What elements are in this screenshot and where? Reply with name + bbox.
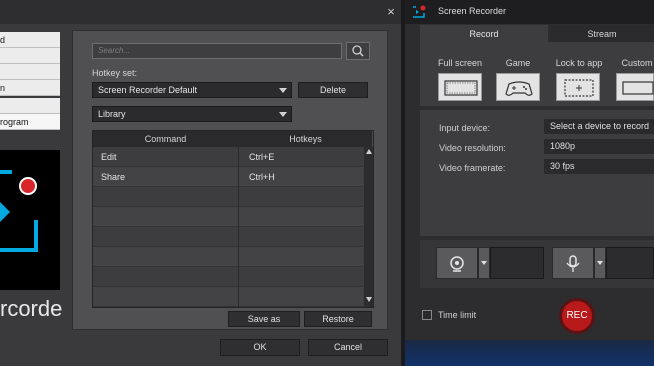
hotkey-cell: Ctrl+E: [249, 152, 275, 162]
microphone-toggle-button[interactable]: [552, 247, 594, 279]
gamepad-icon: [505, 81, 533, 96]
mode-label-lock-to-app: Lock to app: [555, 58, 603, 68]
time-limit-checkbox[interactable]: [422, 310, 432, 320]
app-logo: [0, 150, 60, 290]
game-mode-button[interactable]: [496, 73, 540, 101]
tab-record[interactable]: Record: [420, 25, 548, 43]
table-row-empty: [93, 267, 363, 287]
video-resolution-label: Video resolution:: [439, 143, 506, 153]
scroll-up-arrow-icon[interactable]: [366, 149, 372, 154]
sidebar-item-2[interactable]: [0, 48, 60, 64]
chevron-down-icon: [279, 88, 287, 93]
video-framerate-label: Video framerate:: [439, 163, 506, 173]
tab-stream[interactable]: Stream: [550, 25, 654, 43]
column-divider: [238, 131, 239, 307]
restore-button[interactable]: Restore: [304, 311, 372, 327]
chevron-down-icon: [597, 261, 603, 265]
microphone-options-dropdown[interactable]: [594, 247, 606, 279]
webcam-options-dropdown[interactable]: [478, 247, 490, 279]
time-limit-label: Time limit: [438, 310, 477, 320]
logo-text: rcorder: [0, 296, 62, 321]
app-logo-icon: [412, 4, 428, 20]
chevron-down-icon: [279, 112, 287, 117]
video-resolution-select[interactable]: 1080p: [544, 139, 654, 154]
table-row-empty: [93, 187, 363, 207]
microphone-icon: [566, 255, 580, 272]
input-device-select[interactable]: Select a device to record: [544, 119, 654, 134]
video-framerate-select[interactable]: 30 fps: [544, 159, 654, 174]
delete-button[interactable]: Delete: [298, 82, 368, 98]
sidebar-item-1[interactable]: d: [0, 32, 60, 48]
webcam-icon: [450, 256, 464, 272]
table-row-empty: [93, 227, 363, 247]
table-row[interactable]: Share Ctrl+H: [93, 167, 363, 187]
webcam-preview: [490, 247, 544, 279]
mode-label-custom: Custom: [621, 58, 653, 68]
category-value: Library: [98, 109, 126, 119]
lock-to-app-icon: [564, 79, 594, 97]
mode-label-full-screen: Full screen: [437, 58, 482, 68]
microphone-level: [606, 247, 654, 279]
scroll-down-arrow-icon[interactable]: [366, 297, 372, 302]
save-as-button[interactable]: Save as: [228, 311, 300, 327]
search-button[interactable]: [346, 42, 370, 60]
sidebar-item-6[interactable]: rogram: [0, 114, 60, 130]
lock-to-app-mode-button[interactable]: [556, 73, 600, 101]
command-cell: Edit: [101, 152, 117, 162]
hotkey-cell: Ctrl+H: [249, 172, 275, 182]
sidebar-item-3[interactable]: [0, 64, 60, 80]
chevron-down-icon: [481, 261, 487, 265]
full-screen-mode-button[interactable]: [438, 73, 482, 101]
cancel-button[interactable]: Cancel: [308, 339, 388, 356]
vertical-scrollbar[interactable]: [364, 147, 373, 307]
hotkey-set-label: Hotkey set:: [92, 68, 138, 78]
hotkey-set-value: Screen Recorder Default: [98, 85, 198, 95]
close-icon[interactable]: ×: [383, 4, 399, 20]
screen-recorder-logo-icon: [0, 170, 38, 252]
full-screen-icon: [444, 80, 478, 96]
input-device-label: Input device:: [439, 123, 491, 133]
column-header-command[interactable]: Command: [93, 131, 239, 147]
ok-button[interactable]: OK: [220, 339, 300, 356]
custom-mode-button[interactable]: [616, 73, 654, 101]
table-row[interactable]: Edit Ctrl+E: [93, 147, 363, 167]
desktop-background: [405, 340, 654, 366]
search-icon: [352, 45, 364, 57]
sidebar-item-4[interactable]: n: [0, 80, 60, 96]
window-title: Screen Recorder: [438, 6, 507, 16]
command-cell: Share: [101, 172, 126, 182]
custom-area-icon: [622, 81, 654, 95]
table-row-empty: [93, 247, 363, 267]
category-select[interactable]: Library: [92, 106, 292, 122]
webcam-toggle-button[interactable]: [436, 247, 478, 279]
column-header-hotkeys[interactable]: Hotkeys: [239, 131, 373, 147]
dialog-titlebar: [0, 0, 401, 24]
sidebar-item-5[interactable]: [0, 98, 60, 114]
search-input[interactable]: Search...: [92, 43, 342, 59]
mode-label-game: Game: [505, 58, 531, 68]
table-row-empty: [93, 207, 363, 227]
hotkey-set-select[interactable]: Screen Recorder Default: [92, 82, 292, 98]
hotkey-table: Command Hotkeys Edit Ctrl+E Share Ctrl+H: [92, 130, 374, 308]
record-button[interactable]: REC: [559, 298, 595, 334]
table-row-empty: [93, 287, 363, 307]
